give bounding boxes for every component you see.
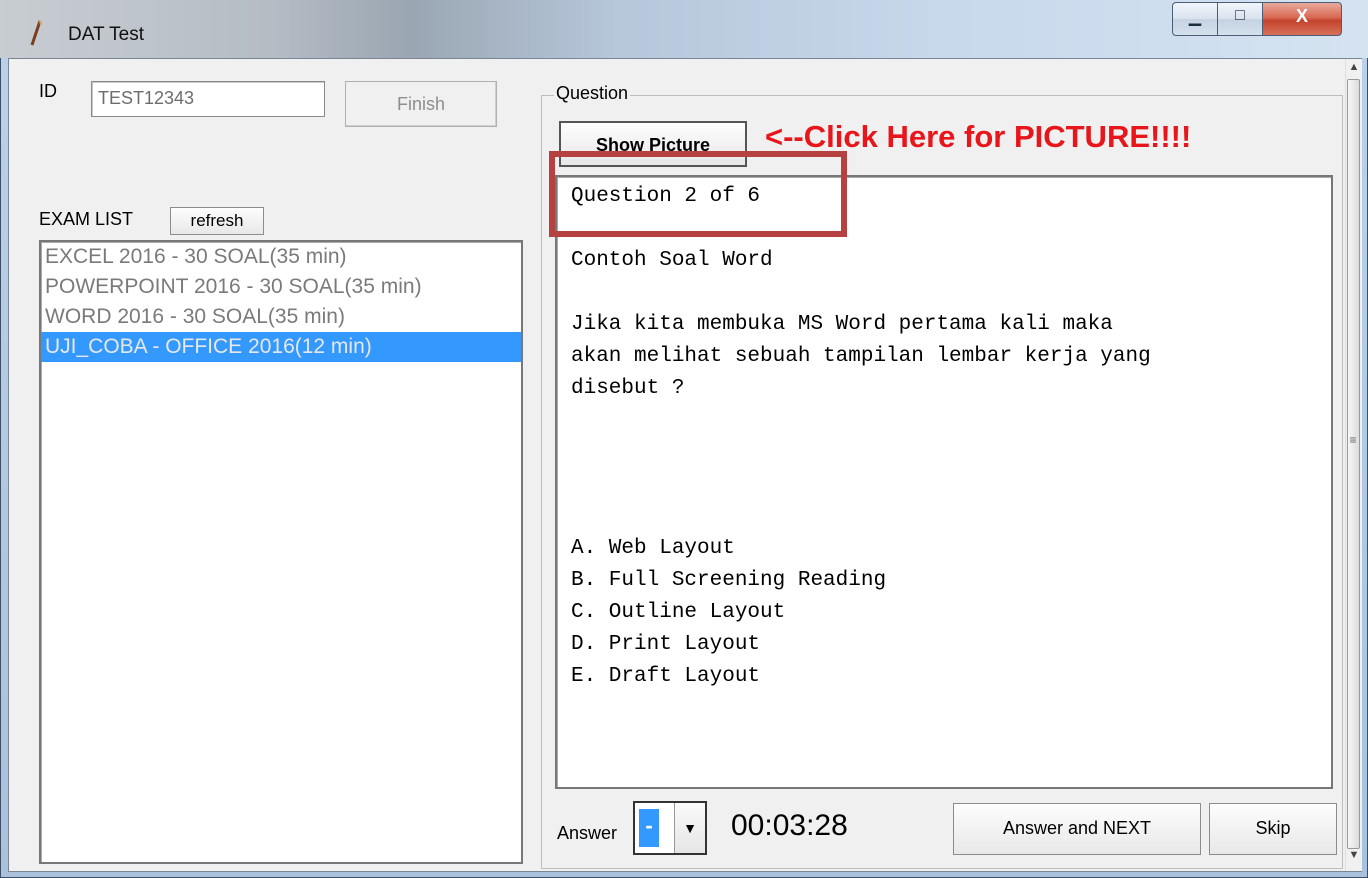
question-text-area[interactable]: Question 2 of 6 Contoh Soal Word Jika ki… [549, 151, 1333, 789]
title-bar[interactable]: DAT Test ▁ □ X [0, 0, 1368, 58]
answer-select[interactable]: - ▼ [633, 801, 707, 855]
minimize-icon: ▁ [1188, 9, 1202, 26]
minimize-button[interactable]: ▁ [1172, 2, 1218, 36]
window-controls: ▁ □ X [1172, 2, 1342, 36]
question-counter: Question 2 of 6 [571, 185, 761, 208]
question-body-line: disebut ? [571, 377, 685, 400]
exam-item-uji-coba[interactable]: UJI_COBA - OFFICE 2016(12 min) [41, 332, 521, 362]
scroll-thumb[interactable] [1347, 79, 1360, 849]
id-field[interactable]: TEST12343 [91, 81, 325, 117]
option-e: E. Draft Layout [571, 665, 761, 688]
vertical-scrollbar[interactable]: ▲ ≡ ▼ [1345, 59, 1362, 871]
option-b: B. Full Screening Reading [571, 569, 887, 592]
close-icon: X [1295, 6, 1308, 26]
picture-callout: <--Click Here for PICTURE!!!! [765, 119, 1192, 154]
question-body-line: akan melihat sebuah tampilan lembar kerj… [571, 345, 1151, 368]
timer: 00:03:28 [731, 809, 848, 842]
answer-next-button[interactable]: Answer and NEXT [953, 803, 1201, 855]
question-title: Contoh Soal Word [571, 249, 773, 272]
refresh-button[interactable]: refresh [170, 207, 264, 235]
exam-item-excel[interactable]: EXCEL 2016 - 30 SOAL(35 min) [41, 242, 521, 272]
scroll-grip-icon: ≡ [1349, 433, 1357, 447]
chevron-down-icon[interactable]: ▼ [674, 803, 705, 853]
answer-value: - [639, 809, 659, 847]
client-area: ID TEST12343 Finish EXAM LIST refresh EX… [8, 58, 1362, 872]
question-group-label: Question [554, 83, 631, 104]
finish-button[interactable]: Finish [345, 81, 497, 127]
exam-item-powerpoint[interactable]: POWERPOINT 2016 - 30 SOAL(35 min) [41, 272, 521, 302]
maximize-icon: □ [1235, 7, 1245, 24]
option-c: C. Outline Layout [571, 601, 786, 624]
question-body-line: Jika kita membuka MS Word pertama kali m… [571, 313, 1113, 336]
close-button[interactable]: X [1262, 2, 1342, 36]
id-label: ID [39, 81, 57, 101]
window-title: DAT Test [68, 24, 145, 45]
pen-icon [30, 20, 42, 46]
exam-list-label: EXAM LIST [39, 209, 134, 229]
app-window: DAT Test ▁ □ X ID TEST12343 Finish EXAM … [0, 0, 1368, 878]
scroll-up-icon[interactable]: ▲ [1346, 61, 1362, 81]
scroll-down-icon[interactable]: ▼ [1346, 849, 1362, 869]
maximize-button[interactable]: □ [1217, 2, 1263, 36]
exam-item-word[interactable]: WORD 2016 - 30 SOAL(35 min) [41, 302, 521, 332]
option-a: A. Web Layout [571, 537, 735, 560]
option-d: D. Print Layout [571, 633, 761, 656]
skip-button[interactable]: Skip [1209, 803, 1337, 855]
answer-label: Answer [557, 823, 618, 843]
exam-list[interactable]: EXCEL 2016 - 30 SOAL(35 min) POWERPOINT … [39, 240, 523, 864]
